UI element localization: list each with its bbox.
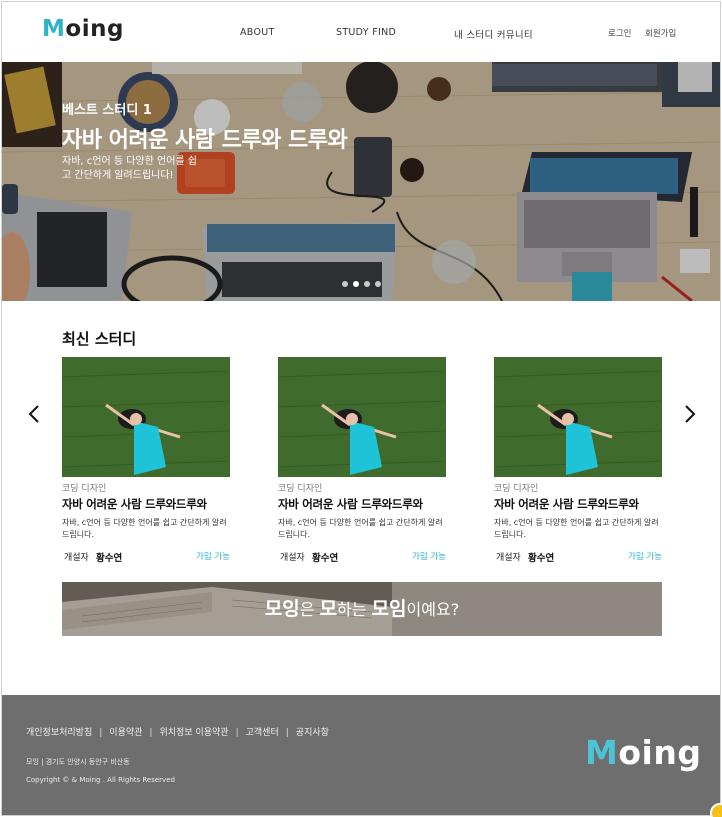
carousel-dot[interactable] xyxy=(375,281,381,287)
logo-initial: M xyxy=(42,16,66,42)
study-card-owner-label: 개설자 xyxy=(280,553,305,563)
logo-rest: oing xyxy=(618,733,702,772)
footer-copyright: Copyright © & Moing . All Rights Reserve… xyxy=(26,776,175,784)
footer-link-notice[interactable]: 공지사항 xyxy=(296,728,329,738)
login-link[interactable]: 로그인 xyxy=(608,27,631,39)
corner-badge-icon[interactable] xyxy=(710,803,722,817)
footer-separator: | xyxy=(235,728,239,738)
header: Moing ABOUT STUDY FIND 내 스터디 커뮤니티 로그인 회원… xyxy=(2,2,720,62)
footer-link-support[interactable]: 고객센터 xyxy=(246,728,279,738)
study-card-status[interactable]: 가입 가능 xyxy=(628,550,662,562)
logo-rest: oing xyxy=(65,16,124,42)
chevron-right-icon[interactable] xyxy=(684,404,696,429)
study-card-owner: 황수연 xyxy=(312,553,339,564)
carousel-dot[interactable] xyxy=(353,281,359,287)
study-card[interactable]: 코딩 디자인자바 어려운 사람 드루와드루와자바, c언어 등 다양한 언어를 … xyxy=(494,357,662,564)
study-card-description: 자바, c언어 등 다양한 언어를 쉽고 간단하게 알려드립니다. xyxy=(278,518,443,539)
banner-text-part: 하는 xyxy=(337,600,372,619)
study-card-category: 코딩 디자인 xyxy=(494,484,539,494)
footer-separator: | xyxy=(99,728,103,738)
banner-text-part: 이예요? xyxy=(406,600,460,619)
footer: 개인정보처리방침 | 이용약관 | 위치정보 이용약관 | 고객센터 | 공지사항 모잉 | 경… xyxy=(2,695,720,815)
study-card-title: 자바 어려운 사람 드루와드루와 xyxy=(278,497,423,511)
study-card-status[interactable]: 가입 가능 xyxy=(412,550,446,562)
footer-link-terms[interactable]: 이용약관 xyxy=(109,728,142,738)
hero-title: 자바 어려운 사람 드루와 드루와 xyxy=(62,128,348,153)
carousel-dots xyxy=(342,281,381,287)
study-card-title: 자바 어려운 사람 드루와드루와 xyxy=(494,497,639,511)
page-frame: Moing ABOUT STUDY FIND 내 스터디 커뮤니티 로그인 회원… xyxy=(1,1,721,816)
study-card-meta: 개설자 황수연 가입 가능 xyxy=(278,550,446,564)
study-card-category: 코딩 디자인 xyxy=(278,484,323,494)
footer-separator: | xyxy=(149,728,153,738)
footer-logo: Moing xyxy=(585,733,701,772)
study-card-meta: 개설자 황수연 가입 가능 xyxy=(62,550,230,564)
study-card-image xyxy=(62,357,230,477)
banner-brand: 모잉 xyxy=(264,598,300,620)
study-card-description: 자바, c언어 등 다양한 언어를 쉽고 간단하게 알려드립니다. xyxy=(494,518,659,539)
promo-banner[interactable]: 모잉은 모하는 모임이예요? xyxy=(62,582,662,636)
study-card-owner-label: 개설자 xyxy=(64,553,89,563)
logo-initial: M xyxy=(585,733,619,772)
study-card-category: 코딩 디자인 xyxy=(62,484,107,494)
footer-link-privacy[interactable]: 개인정보처리방침 xyxy=(26,728,92,738)
hero-subtitle: 베스트 스터디 1 xyxy=(62,103,152,118)
section-title-latest: 최신 스터디 xyxy=(62,330,137,348)
study-card-image xyxy=(278,357,446,477)
footer-link-location-terms[interactable]: 위치정보 이용약관 xyxy=(159,728,228,738)
study-card-owner-label: 개설자 xyxy=(496,553,521,563)
study-card-status[interactable]: 가입 가능 xyxy=(196,550,230,562)
nav-my-study-community[interactable]: 내 스터디 커뮤니티 xyxy=(454,27,533,41)
study-card-meta: 개설자 황수연 가입 가능 xyxy=(494,550,662,564)
footer-links: 개인정보처리방침 | 이용약관 | 위치정보 이용약관 | 고객센터 | 공지사항 xyxy=(26,725,329,738)
banner-text: 모잉은 모하는 모임이예요? xyxy=(62,594,662,621)
study-card-description: 자바, c언어 등 다양한 언어를 쉽고 간단하게 알려드립니다. xyxy=(62,518,227,539)
carousel-dot[interactable] xyxy=(342,281,348,287)
nav-study-find[interactable]: STUDY FIND xyxy=(336,27,396,38)
study-card[interactable]: 코딩 디자인자바 어려운 사람 드루와드루와자바, c언어 등 다양한 언어를 … xyxy=(278,357,446,564)
signup-link[interactable]: 회원가입 xyxy=(645,27,676,39)
study-card-owner: 황수연 xyxy=(96,553,123,564)
site-logo[interactable]: Moing xyxy=(42,16,124,42)
study-card-image xyxy=(494,357,662,477)
study-card-title: 자바 어려운 사람 드루와드루와 xyxy=(62,497,207,511)
study-card[interactable]: 코딩 디자인자바 어려운 사람 드루와드루와자바, c언어 등 다양한 언어를 … xyxy=(62,357,230,564)
banner-text-bold: 모 xyxy=(319,598,338,620)
banner-text-bold: 모임 xyxy=(371,598,407,620)
nav-about[interactable]: ABOUT xyxy=(240,27,275,38)
study-card-owner: 황수연 xyxy=(528,553,555,564)
chevron-left-icon[interactable] xyxy=(28,404,40,429)
carousel-dot[interactable] xyxy=(364,281,370,287)
footer-separator: | xyxy=(285,728,289,738)
footer-address: 모잉 | 경기도 안양시 동안구 비산동 xyxy=(26,758,130,766)
hero-carousel[interactable]: 베스트 스터디 1 자바 어려운 사람 드루와 드루와 자바, c언어 등 다양… xyxy=(2,62,720,301)
hero-description: 자바, c언어 등 다양한 언어를 쉽고 간단하게 알려드립니다! xyxy=(62,156,197,181)
banner-text-part: 은 xyxy=(299,600,320,619)
